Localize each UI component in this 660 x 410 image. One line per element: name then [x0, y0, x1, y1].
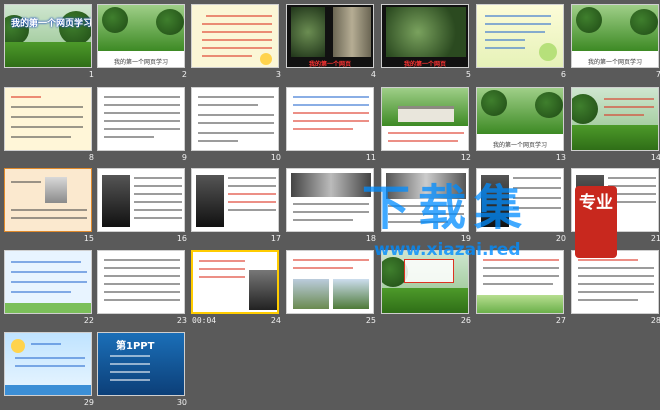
slide-number: 21 — [650, 234, 660, 243]
slide-thumbnail[interactable]: 我的第一个网页学习 1 — [4, 4, 98, 83]
slide-preview — [381, 250, 469, 314]
slide-number: 10 — [270, 153, 281, 162]
slide-number: 11 — [365, 153, 376, 162]
slide-number: 2 — [181, 70, 187, 79]
slide-thumbnail[interactable]: 23 — [97, 250, 191, 329]
slide-thumbnail[interactable]: 3 — [191, 4, 285, 83]
slide-number: 8 — [88, 153, 94, 162]
slide-preview — [286, 87, 374, 151]
slide-number: 14 — [650, 153, 660, 162]
slide-caption: 我的第一个网页 — [403, 61, 446, 68]
slide-thumbnail[interactable]: 25 — [286, 250, 380, 329]
slide-preview — [381, 87, 469, 151]
slide-title: 我的第一个网页学习 — [11, 19, 92, 29]
slide-preview-selected — [191, 250, 279, 314]
slide-thumbnail[interactable]: 我的第一个网页学习 7 — [571, 4, 660, 83]
slide-preview: 我的第一个网页 — [381, 4, 469, 68]
slide-thumbnail[interactable]: 29 — [4, 332, 98, 410]
slide-preview: 我的第一个网页 — [286, 4, 374, 68]
slide-preview: 第1PPT — [97, 332, 185, 396]
slide-number: 25 — [365, 316, 376, 325]
slide-preview — [476, 250, 564, 314]
slide-thumbnail[interactable]: 22 — [4, 250, 98, 329]
slide-preview: 我的第一个网页学习 — [571, 4, 659, 68]
slide-preview — [97, 168, 185, 232]
slide-thumbnail[interactable]: 8 — [4, 87, 98, 166]
slide-number: 12 — [460, 153, 471, 162]
slide-number: 15 — [83, 234, 94, 243]
slide-thumbnail[interactable]: 26 — [381, 250, 475, 329]
slide-number: 3 — [275, 70, 281, 79]
slide-number: 26 — [460, 316, 471, 325]
slide-number: 13 — [555, 153, 566, 162]
slide-preview — [97, 250, 185, 314]
slide-caption: 我的第一个网页学习 — [587, 59, 642, 66]
slide-thumbnail[interactable]: 11 — [286, 87, 380, 166]
slide-preview — [476, 168, 564, 232]
slide-number: 22 — [83, 316, 94, 325]
slide-number: 16 — [176, 234, 187, 243]
slide-number: 23 — [176, 316, 187, 325]
slide-caption: 我的第一个网页 — [308, 61, 351, 68]
slide-thumbnail[interactable]: 12 — [381, 87, 475, 166]
slide-number: 6 — [560, 70, 566, 79]
slide-thumbnail[interactable]: 17 — [191, 168, 285, 247]
slide-thumbnail[interactable]: 27 — [476, 250, 570, 329]
slide-thumbnail[interactable]: 20 — [476, 168, 570, 247]
slide-number: 20 — [555, 234, 566, 243]
slide-preview: 我的第一个网页学习 — [97, 4, 185, 68]
slide-thumbnail[interactable]: 28 — [571, 250, 660, 329]
watermark-seal: 专业 — [575, 186, 617, 258]
slide-thumbnail[interactable]: 我的第一个网页学习 13 — [476, 87, 570, 166]
slide-thumbnail[interactable]: 9 — [97, 87, 191, 166]
slide-preview — [571, 87, 659, 151]
slide-number: 18 — [365, 234, 376, 243]
slide-preview — [286, 250, 374, 314]
slide-caption: 我的第一个网页学习 — [492, 142, 547, 149]
slide-thumbnail[interactable]: 6 — [476, 4, 570, 83]
slide-number: 27 — [555, 316, 566, 325]
slide-number: 19 — [460, 234, 471, 243]
slide-preview — [4, 168, 92, 232]
slide-thumbnail[interactable]: 16 — [97, 168, 191, 247]
slide-thumbnail[interactable]: 15 — [4, 168, 98, 247]
slide-thumbnail[interactable]: 我的第一个网页 5 — [381, 4, 475, 83]
slide-thumbnail[interactable]: 我的第一个网页学习 2 — [97, 4, 191, 83]
slide-number: 5 — [465, 70, 471, 79]
slide-preview — [191, 168, 279, 232]
slide-thumbnail[interactable]: 00:04 24 — [191, 250, 285, 329]
slide-number: 1 — [88, 70, 94, 79]
slide-number: 30 — [176, 398, 187, 407]
slide-thumbnail[interactable]: 10 — [191, 87, 285, 166]
slide-number: 17 — [270, 234, 281, 243]
slide-preview — [286, 168, 374, 232]
slide-preview — [381, 168, 469, 232]
slide-number: 28 — [650, 316, 660, 325]
slide-thumbnail[interactable]: 14 — [571, 87, 660, 166]
slide-preview — [191, 4, 279, 68]
slide-preview: 我的第一个网页学习 — [4, 4, 92, 68]
slide-preview — [97, 87, 185, 151]
logo-text: 第1PPT — [116, 341, 155, 352]
slide-sorter-grid: 我的第一个网页学习 1 我的第一个网页学习 2 3 我的第一个网页 4 我的第一… — [0, 0, 660, 410]
slide-preview — [571, 250, 659, 314]
slide-preview — [4, 332, 92, 396]
slide-preview — [4, 250, 92, 314]
slide-caption: 我的第一个网页学习 — [113, 59, 168, 66]
slide-thumbnail[interactable]: 18 — [286, 168, 380, 247]
slide-thumbnail[interactable]: 19 — [381, 168, 475, 247]
slide-number: 4 — [370, 70, 376, 79]
slide-preview — [191, 87, 279, 151]
slide-preview — [476, 4, 564, 68]
slide-thumbnail[interactable]: 第1PPT 30 — [97, 332, 191, 410]
slide-duration: 00:04 — [192, 316, 217, 325]
slide-number: 29 — [83, 398, 94, 407]
slide-number: 24 — [270, 316, 281, 325]
slide-number: 9 — [181, 153, 187, 162]
slide-number: 7 — [655, 70, 660, 79]
slide-preview — [4, 87, 92, 151]
slide-preview: 我的第一个网页学习 — [476, 87, 564, 151]
slide-thumbnail[interactable]: 我的第一个网页 4 — [286, 4, 380, 83]
